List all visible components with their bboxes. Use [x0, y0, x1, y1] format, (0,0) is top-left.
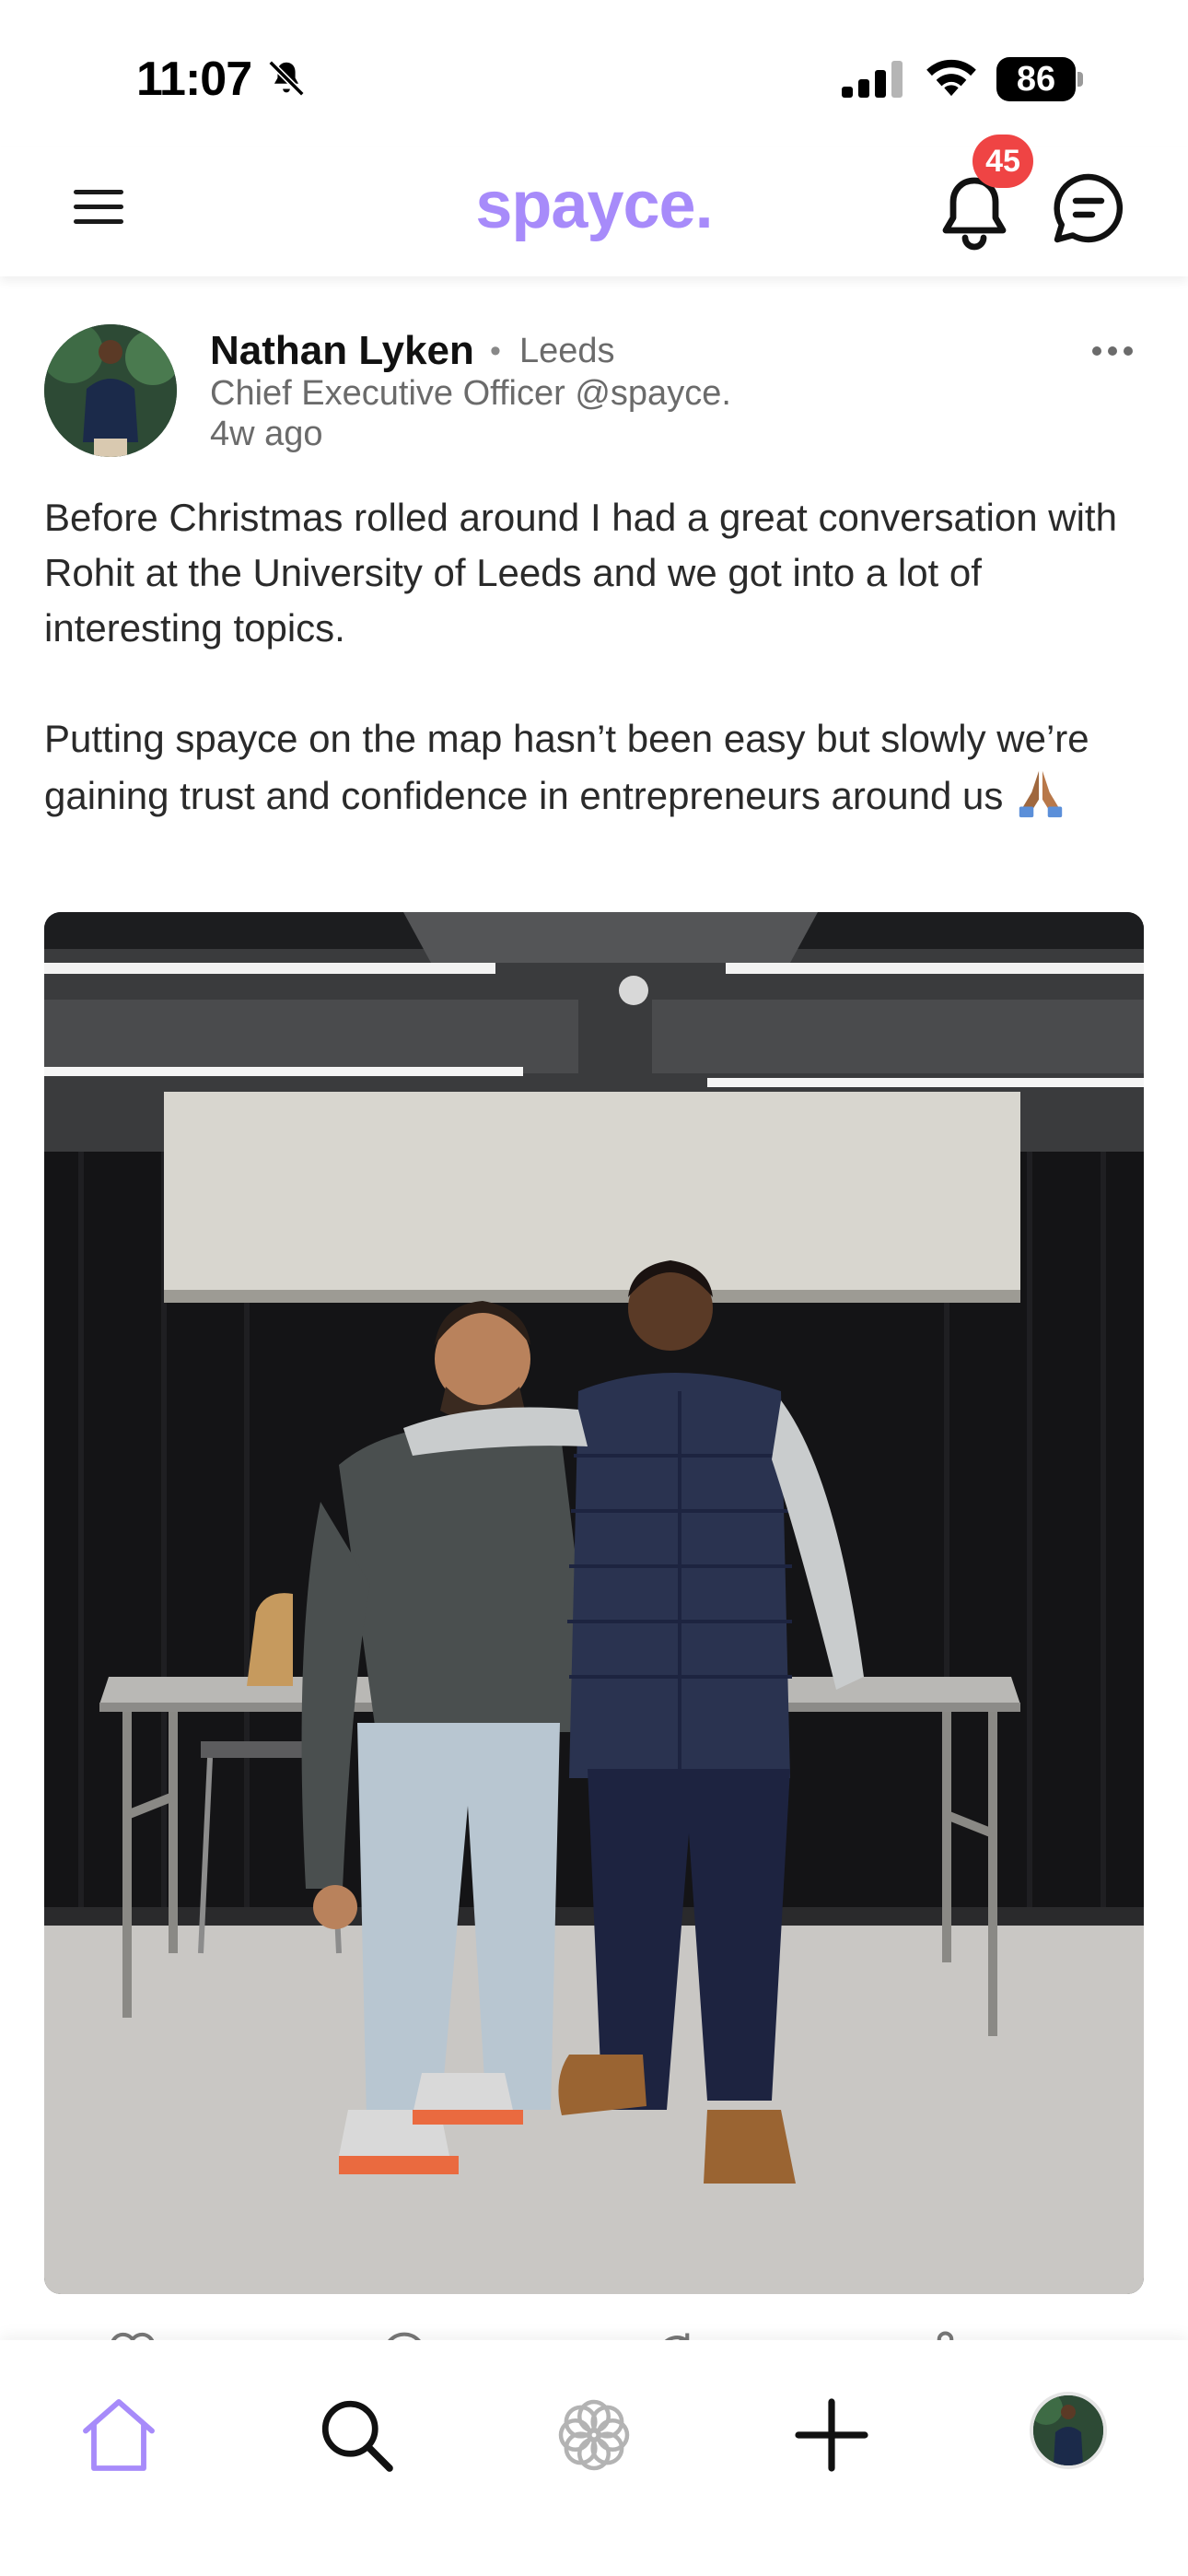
post-timestamp: 4w ago: [210, 415, 323, 453]
battery-indicator: 86: [996, 57, 1083, 101]
author-location: Leeds: [519, 332, 615, 370]
status-time: 11:07: [136, 53, 252, 106]
notification-count-badge[interactable]: 45: [973, 135, 1033, 188]
author-job-title: Chief Executive Officer @spayce.: [210, 374, 731, 413]
post-paragraph-with-emoji: Putting spayce on the map hasn’t been ea…: [44, 711, 1149, 824]
plus-icon[interactable]: [790, 2394, 873, 2476]
cellular-signal-icon: [842, 61, 903, 98]
bell-muted-icon: [268, 60, 305, 97]
post-paragraph: Putting spayce on the map hasn’t been ea…: [44, 717, 1089, 817]
post-text: Before Christmas rolled around I had a g…: [44, 490, 1149, 824]
wifi-icon: [926, 59, 976, 97]
post-photo[interactable]: [44, 912, 1144, 2294]
avatar-photo: [44, 324, 177, 457]
post-paragraph: Before Christmas rolled around I had a g…: [44, 496, 1117, 650]
messages-chat-icon[interactable]: [1050, 170, 1127, 247]
author-avatar[interactable]: [44, 324, 177, 457]
more-options-icon[interactable]: [1090, 343, 1135, 361]
status-bar: 11:07 86: [0, 0, 1188, 147]
bottom-tab-bar: [0, 2340, 1188, 2576]
battery-level: 86: [996, 57, 1076, 101]
search-icon[interactable]: [315, 2394, 398, 2476]
profile-avatar[interactable]: [1030, 2392, 1107, 2469]
separator-dot: •: [490, 334, 501, 369]
spaces-flower-icon[interactable]: [553, 2394, 635, 2476]
folded-hands-emoji-icon: [1019, 770, 1063, 818]
photo-two-men-in-room: [44, 912, 1144, 2294]
battery-cap: [1077, 72, 1083, 87]
profile-avatar-photo: [1033, 2395, 1103, 2465]
author-name[interactable]: Nathan Lyken: [210, 328, 474, 374]
home-icon[interactable]: [77, 2394, 160, 2476]
